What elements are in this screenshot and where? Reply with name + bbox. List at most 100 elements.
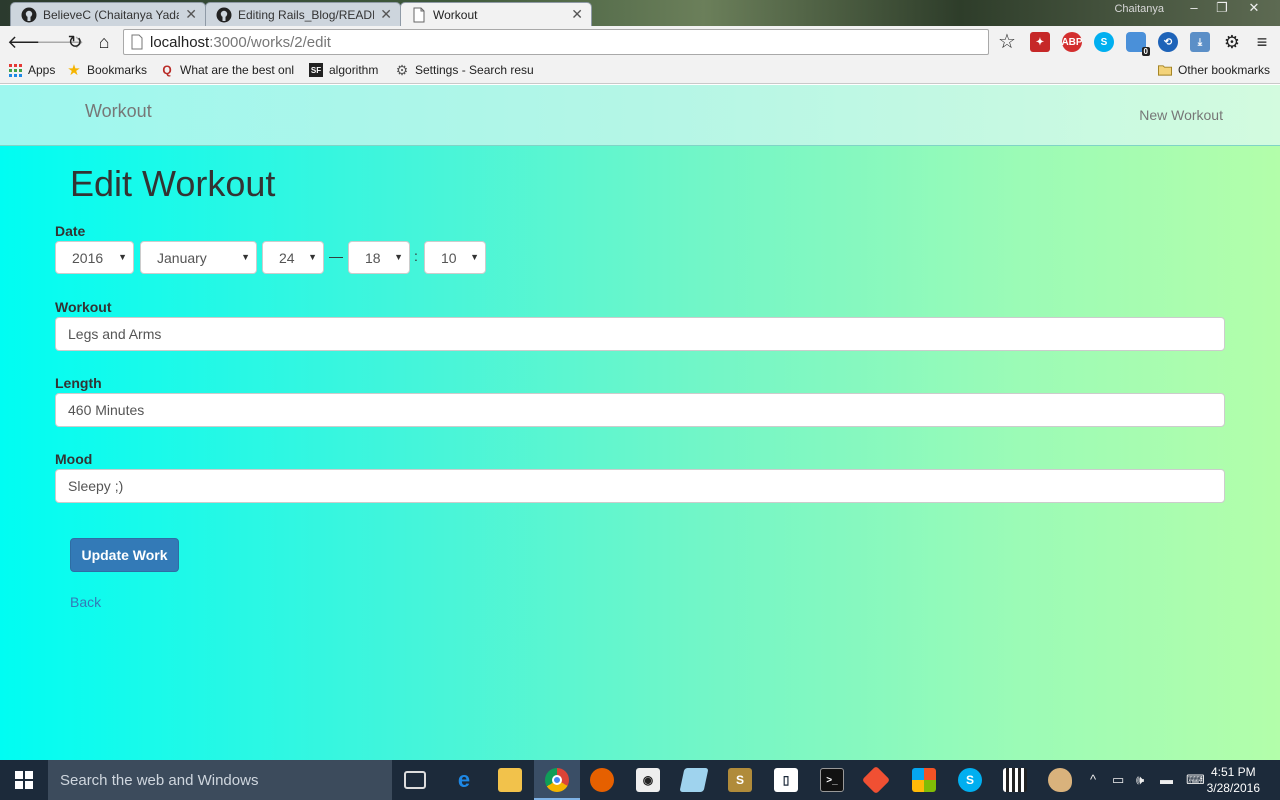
close-icon[interactable]: ✕ <box>380 6 392 23</box>
close-icon[interactable]: ✕ <box>571 6 583 23</box>
reload-icon[interactable]: ↻ <box>65 32 85 52</box>
sublime-text-icon[interactable]: S <box>728 768 752 792</box>
new-workout-link[interactable]: New Workout <box>1139 107 1223 123</box>
select-value: 2016 <box>72 249 104 266</box>
bookmark-label: Bookmarks <box>87 63 148 77</box>
bookmark-settings[interactable]: ⚙ Settings - Search resu <box>395 61 533 78</box>
git-icon[interactable] <box>861 765 891 795</box>
home-icon[interactable]: ⌂ <box>94 32 114 52</box>
select-value: 18 <box>365 249 381 266</box>
mood-input[interactable]: Sleepy ;) <box>55 469 1225 503</box>
terminal-icon[interactable]: >_ <box>820 768 844 792</box>
bookmark-bookmarks[interactable]: ★ Bookmarks <box>67 62 148 79</box>
page-icon <box>131 34 143 50</box>
volume-icon[interactable]: 🕪 <box>1136 772 1144 788</box>
bookmark-algorithm[interactable]: SF algorithm <box>309 63 378 77</box>
chrome-icon[interactable] <box>545 768 569 792</box>
skype-icon[interactable]: S <box>1094 32 1114 52</box>
chevron-up-icon[interactable]: ^ <box>1090 772 1096 787</box>
ghost-extension-icon[interactable]: 0 <box>1126 32 1150 56</box>
system-clock[interactable]: 4:51 PM 3/28/2016 <box>1207 764 1260 796</box>
file-explorer-icon[interactable] <box>498 768 522 792</box>
back-arrow-icon[interactable]: 🡐 <box>7 32 55 52</box>
input-value: 460 Minutes <box>68 402 145 418</box>
github-icon <box>216 7 232 22</box>
star-icon[interactable]: ☆ <box>997 32 1017 52</box>
minimize-icon[interactable]: – <box>1180 0 1208 18</box>
dropdown-arrow-icon: ▼ <box>394 252 403 262</box>
store-icon[interactable] <box>912 768 936 792</box>
camera-icon[interactable]: ◉ <box>636 768 660 792</box>
window-close-icon[interactable]: ✕ <box>1240 0 1268 18</box>
tab-title: Workout <box>433 7 478 22</box>
tab-title: Editing Rails_Blog/READM <box>238 7 375 22</box>
menu-icon[interactable]: ≡ <box>1252 32 1272 52</box>
tab-github-profile[interactable]: BelieveC (Chaitanya Yadav ✕ <box>10 2 206 26</box>
notes-icon[interactable] <box>679 768 709 792</box>
settings-gear-icon[interactable]: ⚙ <box>1222 32 1242 52</box>
edge-icon[interactable]: e <box>452 767 476 792</box>
movie-maker-icon[interactable] <box>1003 768 1027 792</box>
select-value: 24 <box>279 249 295 266</box>
date-time-separator: — <box>329 248 343 264</box>
dropdown-arrow-icon: ▼ <box>470 252 479 262</box>
bookmarks-bar: Apps ★ Bookmarks Q What are the best onl… <box>0 58 1280 84</box>
tab-workout[interactable]: Workout ✕ <box>400 2 592 26</box>
length-input[interactable]: 460 Minutes <box>55 393 1225 427</box>
sf-icon: SF <box>309 63 323 77</box>
back-link[interactable]: Back <box>70 594 101 610</box>
history-icon[interactable]: ⟲ <box>1158 32 1178 52</box>
other-bookmarks[interactable]: Other bookmarks <box>1158 63 1270 77</box>
dropdown-arrow-icon: ▼ <box>118 252 127 262</box>
maximize-icon[interactable]: ❐ <box>1208 0 1236 18</box>
month-select[interactable]: January ▼ <box>140 241 257 274</box>
keyboard-icon[interactable]: ⌨ <box>1186 772 1205 788</box>
paint-icon[interactable] <box>1048 768 1072 792</box>
app-frame-icon[interactable]: ▯ <box>774 768 798 792</box>
close-icon[interactable]: ✕ <box>185 6 197 23</box>
firefox-icon[interactable] <box>590 768 614 792</box>
clock-time: 4:51 PM <box>1210 765 1256 779</box>
start-button[interactable] <box>0 760 48 800</box>
bookmark-label: What are the best onl <box>180 63 295 77</box>
tab-title: BelieveC (Chaitanya Yadav <box>43 7 180 22</box>
bookmark-quora[interactable]: Q What are the best onl <box>160 63 296 77</box>
workout-input[interactable]: Legs and Arms <box>55 317 1225 351</box>
profile-name[interactable]: Chaitanya <box>1114 3 1164 15</box>
extension-badge: 0 <box>1141 47 1150 56</box>
input-value: Legs and Arms <box>68 326 162 342</box>
update-work-button[interactable]: Update Work <box>70 538 179 572</box>
task-view-icon[interactable] <box>404 771 426 789</box>
skype-icon[interactable]: S <box>958 768 982 792</box>
download-icon[interactable]: ⤓ <box>1190 32 1210 52</box>
minute-select[interactable]: 10 ▼ <box>424 241 486 274</box>
forward-arrow-icon[interactable]: 🡒 <box>36 32 84 52</box>
address-bar[interactable]: localhost:3000/works/2/edit <box>123 29 989 55</box>
taskbar-search[interactable]: Search the web and Windows <box>48 760 392 800</box>
page-icon <box>413 7 425 22</box>
bookmark-label: Apps <box>28 63 56 77</box>
select-value: 10 <box>441 249 457 266</box>
url-host: localhost <box>150 33 210 51</box>
github-icon <box>21 7 37 22</box>
navbar-brand[interactable]: Workout <box>85 101 152 122</box>
folder-icon <box>1158 63 1172 77</box>
windows-logo-icon <box>15 771 33 789</box>
url-path: :3000/works/2/edit <box>209 33 331 51</box>
gear-icon: ⚙ <box>395 61 409 78</box>
mood-label: Mood <box>55 451 93 467</box>
year-select[interactable]: 2016 ▼ <box>55 241 134 274</box>
site-navbar: Workout New Workout <box>0 85 1280 146</box>
adblock-icon[interactable]: ABP <box>1061 32 1083 52</box>
bookmark-label: Other bookmarks <box>1178 63 1271 77</box>
network-icon[interactable]: ▭ <box>1112 772 1124 788</box>
tab-github-editing[interactable]: Editing Rails_Blog/READM ✕ <box>205 2 401 26</box>
bookmark-apps[interactable]: Apps <box>8 63 55 77</box>
day-select[interactable]: 24 ▼ <box>262 241 324 274</box>
star-icon: ★ <box>67 62 81 79</box>
hour-select[interactable]: 18 ▼ <box>348 241 410 274</box>
battery-icon[interactable]: ▬ <box>1160 772 1173 787</box>
web-page: Workout New Workout Edit Workout Date 20… <box>0 85 1280 760</box>
page-title: Edit Workout <box>70 163 276 204</box>
extension-red-icon[interactable]: ✦ <box>1030 32 1050 52</box>
